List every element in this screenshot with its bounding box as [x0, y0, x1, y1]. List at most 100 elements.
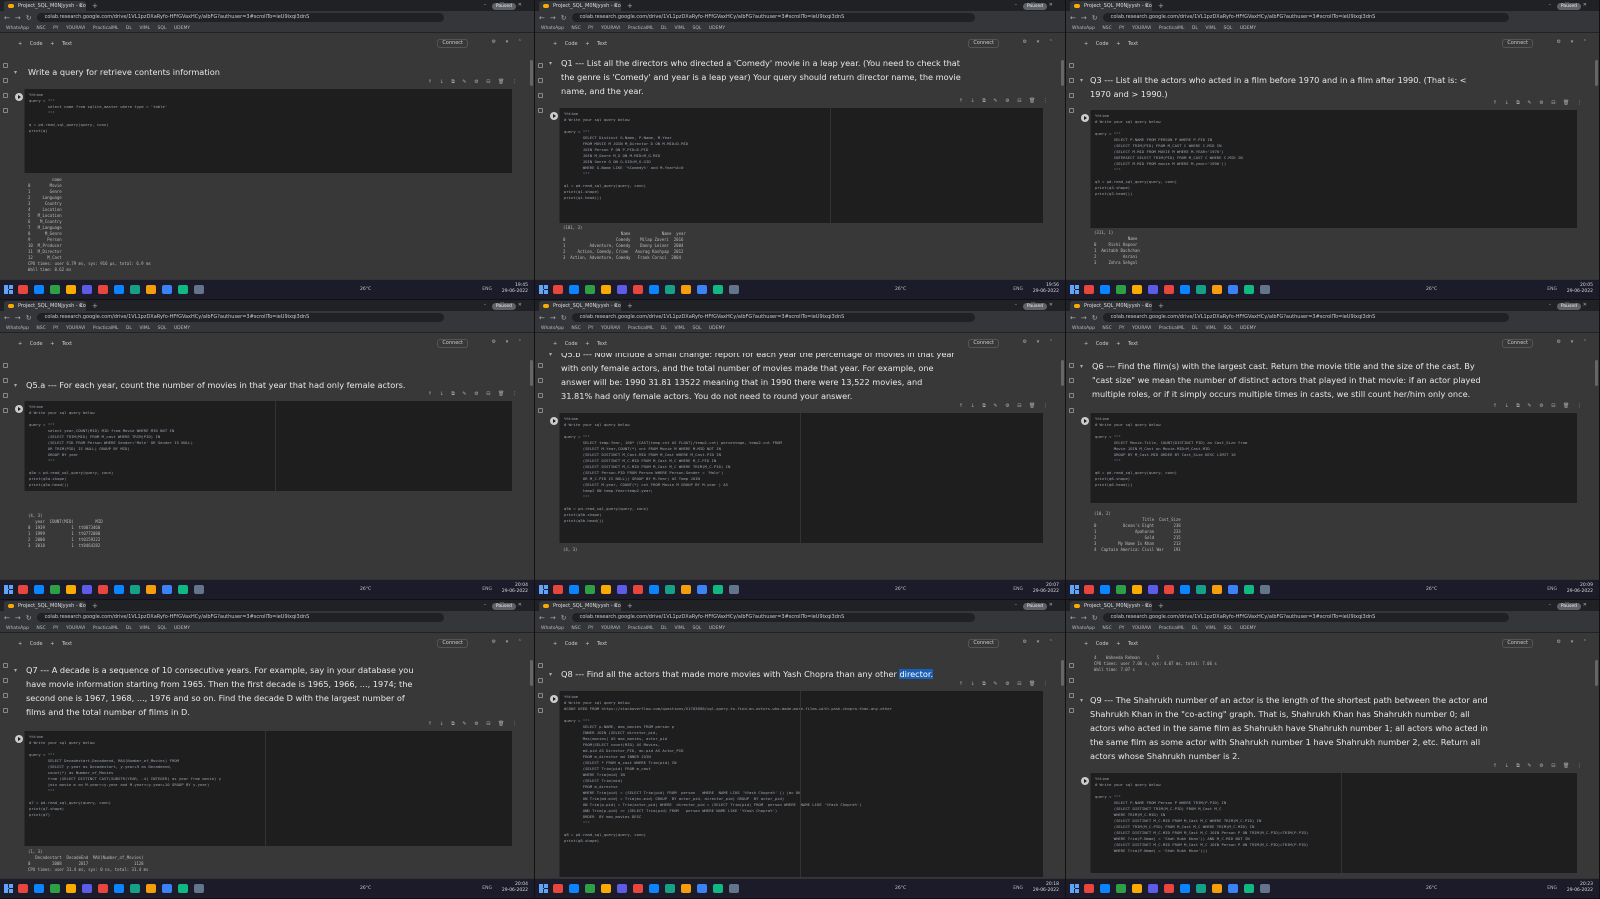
sidebar-icon[interactable] [1069, 663, 1074, 668]
taskbar-app-icon[interactable] [553, 285, 563, 294]
url-input[interactable]: colab.research.google.com/drive/1VL1pzDX… [1102, 13, 1509, 22]
taskbar-app-icon[interactable] [34, 585, 44, 594]
taskbar-app-icon[interactable] [162, 884, 172, 893]
toolbar-icons[interactable]: ⚙ ▾ ⌃ [1023, 339, 1057, 345]
sidebar-icon[interactable] [538, 93, 543, 98]
taskbar-app-icon[interactable] [114, 884, 124, 893]
taskbar-app-icon[interactable] [194, 285, 204, 294]
forward-icon[interactable]: → [550, 614, 556, 622]
add-text-button[interactable]: + Text [585, 641, 607, 647]
system-tray[interactable]: ENG [1013, 287, 1023, 292]
taskbar-app-icon[interactable] [130, 884, 140, 893]
taskbar-app-icon[interactable] [1260, 884, 1270, 893]
scrollbar[interactable] [1595, 360, 1598, 386]
code-cell[interactable]: %%time # Write your sql query below quer… [550, 413, 1043, 543]
taskbar-app-icon[interactable] [1228, 285, 1238, 294]
taskbar-app-icon[interactable] [98, 285, 108, 294]
add-code-text[interactable]: + Code + Text [1084, 341, 1138, 347]
forward-icon[interactable]: → [1081, 314, 1087, 322]
taskbar-app-icon[interactable] [1148, 884, 1158, 893]
scrollbar[interactable] [1061, 660, 1064, 686]
reload-icon[interactable]: ↻ [561, 614, 567, 622]
tab-close-icon[interactable]: × [1145, 301, 1149, 311]
taskbar-app-icon[interactable] [1116, 884, 1126, 893]
taskbar-app-icon[interactable] [194, 884, 204, 893]
taskbar-app-icon[interactable] [1180, 585, 1190, 594]
paused-badge[interactable]: Paused [1022, 603, 1047, 610]
tab-close-icon[interactable]: × [614, 601, 618, 611]
taskbar-app-icon[interactable] [1164, 884, 1174, 893]
taskbar-app-icon[interactable] [1148, 285, 1158, 294]
collapse-caret-icon[interactable]: ▾ [14, 69, 17, 76]
reload-icon[interactable]: ↻ [1092, 314, 1098, 322]
run-cell-button[interactable] [15, 735, 23, 743]
run-cell-button[interactable] [550, 112, 558, 120]
forward-icon[interactable]: → [15, 314, 21, 322]
taskbar-app-icon[interactable] [713, 285, 723, 294]
url-input[interactable]: colab.research.google.com/drive/1VL1pzDX… [571, 13, 975, 22]
run-cell-button[interactable] [550, 417, 558, 425]
add-text-button[interactable]: + Text [50, 641, 72, 647]
taskbar-app-icon[interactable] [1212, 884, 1222, 893]
toolbar-icons[interactable]: ⚙ ▾ ⌃ [492, 339, 526, 345]
url-input[interactable]: colab.research.google.com/drive/1VL1pzDX… [571, 313, 975, 322]
taskbar-app-icon[interactable] [1148, 585, 1158, 594]
taskbar-app-icon[interactable] [1244, 884, 1254, 893]
add-text-button[interactable]: + Text [1116, 641, 1138, 647]
add-code-button[interactable]: + Code [18, 641, 43, 647]
taskbar-app-icon[interactable] [569, 884, 579, 893]
taskbar-app-icon[interactable] [617, 884, 627, 893]
add-code-button[interactable]: + Code [553, 41, 578, 47]
taskbar-app-icon[interactable] [553, 585, 563, 594]
scrollbar[interactable] [1595, 60, 1598, 86]
taskbar-app-icon[interactable] [82, 585, 92, 594]
sidebar-icon[interactable] [538, 363, 543, 368]
taskbar-app-icon[interactable] [194, 585, 204, 594]
code-cell[interactable]: %%time # Write your sql query below quer… [1081, 773, 1577, 873]
paused-badge[interactable]: Paused [1022, 303, 1047, 310]
system-tray[interactable]: ENG [1547, 587, 1557, 592]
tab-close-icon[interactable]: × [1145, 1, 1149, 11]
new-tab-icon[interactable]: + [1158, 601, 1164, 611]
cell-toolbar[interactable]: ↑ ↓ ⧉ ✎ ⚙ ⊟ 🗑 ⋮ [428, 79, 520, 85]
sidebar-icon[interactable] [3, 408, 8, 413]
taskbar-app-icon[interactable] [178, 585, 188, 594]
cell-toolbar[interactable]: ↑ ↓ ⧉ ✎ ⚙ ⊟ 🗑 ⋮ [959, 98, 1051, 104]
taskbar-app-icon[interactable] [697, 884, 707, 893]
back-icon[interactable]: ← [539, 614, 545, 622]
add-code-button[interactable]: + Code [18, 341, 43, 347]
url-input[interactable]: colab.research.google.com/drive/1VL1pzDX… [36, 613, 444, 622]
sidebar-icon[interactable] [1069, 108, 1074, 113]
new-tab-icon[interactable]: + [627, 1, 633, 11]
back-icon[interactable]: ← [4, 614, 10, 622]
taskbar-app-icon[interactable] [34, 884, 44, 893]
add-code-button[interactable]: + Code [1084, 641, 1109, 647]
browser-tab[interactable]: Project_SQL_M0Njyysh - Colo × [4, 601, 86, 611]
new-tab-icon[interactable]: + [92, 601, 98, 611]
windows-start-icon[interactable] [539, 285, 548, 294]
taskbar-app-icon[interactable] [713, 884, 723, 893]
tab-close-icon[interactable]: × [79, 601, 83, 611]
windows-start-icon[interactable] [1070, 285, 1079, 294]
taskbar-app-icon[interactable] [98, 884, 108, 893]
add-code-button[interactable]: + Code [1084, 41, 1109, 47]
taskbar-app-icon[interactable] [1260, 285, 1270, 294]
taskbar-app-icon[interactable] [114, 285, 124, 294]
scrollbar[interactable] [1595, 660, 1598, 686]
code-text[interactable]: %%time # Write your sql query below quer… [1091, 413, 1577, 488]
add-code-text[interactable]: + Code + Text [1084, 641, 1138, 647]
taskbar-app-icon[interactable] [1132, 585, 1142, 594]
taskbar-app-icon[interactable] [569, 285, 579, 294]
reload-icon[interactable]: ↻ [26, 314, 32, 322]
cell-toolbar[interactable]: ↑ ↓ ⧉ ✎ ⚙ ⊟ 🗑 ⋮ [959, 403, 1051, 409]
taskbar-app-icon[interactable] [34, 285, 44, 294]
taskbar-app-icon[interactable] [697, 585, 707, 594]
forward-icon[interactable]: → [1081, 14, 1087, 22]
taskbar-app-icon[interactable] [649, 285, 659, 294]
taskbar-app-icon[interactable] [50, 884, 60, 893]
taskbar-app-icon[interactable] [633, 585, 643, 594]
code-cell[interactable]: %%time # Write your sql query below quer… [1081, 413, 1577, 503]
sidebar-icon[interactable] [1069, 678, 1074, 683]
add-code-text[interactable]: + Code + Text [18, 341, 72, 347]
connect-button[interactable]: Connect [437, 639, 468, 648]
